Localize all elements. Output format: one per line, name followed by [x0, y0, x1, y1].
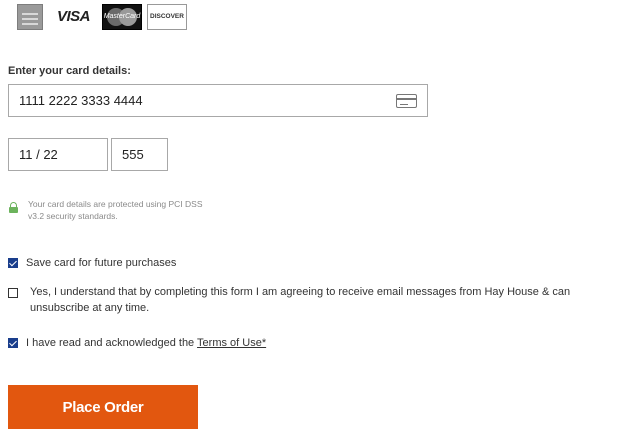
card-details-label: Enter your card details: [8, 65, 131, 77]
mastercard-logo: MasterCard [102, 4, 142, 30]
terms-label: I have read and acknowledged the Terms o… [26, 337, 267, 349]
email-consent-label: Yes, I understand that by completing thi… [30, 286, 571, 314]
visa-logo: VISA [57, 8, 91, 25]
discover-logo: DISCOVER [147, 4, 187, 30]
security-note: Your card details are protected using PC… [28, 199, 203, 221]
terms-of-use-link[interactable]: Terms of Use* [197, 337, 266, 349]
amex-logo [17, 4, 43, 30]
cvv-input[interactable] [111, 138, 168, 171]
save-card-checkbox[interactable] [8, 258, 18, 268]
email-consent-checkbox[interactable] [8, 288, 18, 298]
expiry-date-input[interactable] [8, 138, 108, 171]
card-number-input[interactable] [8, 84, 428, 117]
credit-card-icon [396, 94, 417, 108]
place-order-button[interactable]: Place Order [8, 385, 198, 429]
lock-icon [9, 202, 18, 213]
terms-checkbox[interactable] [8, 338, 18, 348]
save-card-label: Save card for future purchases [26, 257, 177, 269]
